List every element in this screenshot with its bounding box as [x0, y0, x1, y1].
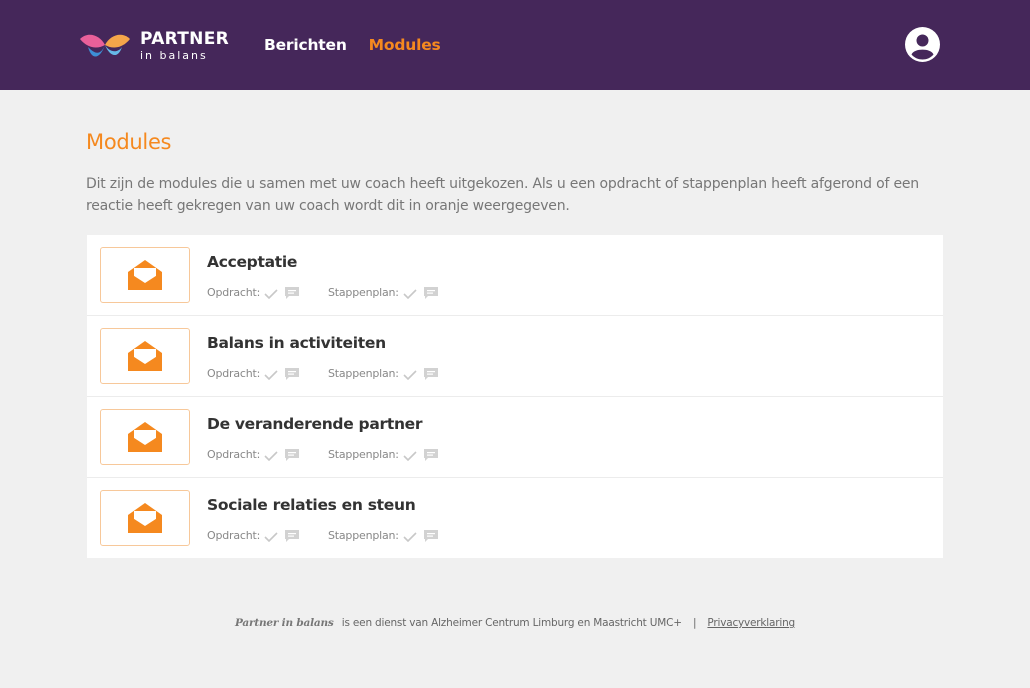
- assignment-label: Opdracht:: [207, 285, 261, 299]
- assignment-label: Opdracht:: [207, 528, 261, 542]
- check-icon: [264, 288, 278, 299]
- assignment-status: Opdracht:: [207, 527, 300, 543]
- envelope-open-icon: [128, 422, 162, 452]
- footer: Partner in balans is een dienst van Alzh…: [0, 617, 1030, 629]
- module-row-sociale-relaties-en-steun[interactable]: Sociale relaties en steun Opdracht: Stap…: [87, 478, 943, 558]
- plan-label: Stappenplan:: [328, 285, 399, 299]
- footer-text: is een dienst van Alzheimer Centrum Limb…: [341, 617, 682, 629]
- brand-title: PARTNER: [140, 29, 230, 49]
- plan-label: Stappenplan:: [328, 447, 399, 461]
- plan-status: Stappenplan:: [328, 527, 439, 543]
- footer-brand: Partner in balans: [234, 617, 334, 629]
- comment-icon: [285, 368, 300, 380]
- comment-icon: [423, 287, 438, 299]
- module-thumbnail: [100, 247, 190, 303]
- top-navigation-bar: PARTNER in balans Berichten Modules: [0, 0, 1030, 90]
- check-icon: [403, 369, 417, 380]
- nav-modules[interactable]: Modules: [369, 36, 441, 54]
- main-nav: Berichten Modules: [264, 36, 441, 54]
- check-icon: [264, 369, 278, 380]
- plan-status: Stappenplan:: [328, 284, 439, 300]
- privacy-link[interactable]: Privacyverklaring: [707, 617, 795, 629]
- nav-berichten[interactable]: Berichten: [264, 36, 347, 54]
- plan-label: Stappenplan:: [328, 366, 399, 380]
- user-circle-icon[interactable]: [905, 27, 940, 62]
- plan-status: Stappenplan:: [328, 365, 439, 381]
- assignment-status: Opdracht:: [207, 365, 300, 381]
- page-title: Modules: [86, 130, 172, 154]
- module-row-de-veranderende-partner[interactable]: De veranderende partner Opdracht: Stappe…: [87, 397, 943, 478]
- envelope-open-icon: [128, 503, 162, 533]
- module-thumbnail: [100, 490, 190, 546]
- plan-status: Stappenplan:: [328, 446, 439, 462]
- comment-icon: [423, 449, 438, 461]
- butterfly-logo-icon: [78, 31, 132, 61]
- brand-subtitle: in balans: [140, 49, 208, 62]
- check-icon: [403, 531, 417, 542]
- comment-icon: [285, 449, 300, 461]
- comment-icon: [285, 530, 300, 542]
- module-row-acceptatie[interactable]: Acceptatie Opdracht: Stappenplan:: [87, 235, 943, 316]
- module-list: Acceptatie Opdracht: Stappenplan: Balans…: [87, 235, 943, 558]
- plan-label: Stappenplan:: [328, 528, 399, 542]
- module-thumbnail: [100, 328, 190, 384]
- module-name: Acceptatie: [207, 253, 298, 271]
- assignment-label: Opdracht:: [207, 366, 261, 380]
- module-row-balans-in-activiteiten[interactable]: Balans in activiteiten Opdracht: Stappen…: [87, 316, 943, 397]
- partner-in-balans-logo[interactable]: PARTNER in balans: [78, 30, 238, 62]
- intro-text: Dit zijn de modules die u samen met uw c…: [86, 176, 919, 214]
- envelope-open-icon: [128, 341, 162, 371]
- envelope-open-icon: [128, 260, 162, 290]
- footer-separator: |: [692, 617, 697, 629]
- comment-icon: [285, 287, 300, 299]
- assignment-label: Opdracht:: [207, 447, 261, 461]
- assignment-status: Opdracht:: [207, 446, 300, 462]
- assignment-status: Opdracht:: [207, 284, 300, 300]
- check-icon: [264, 531, 278, 542]
- check-icon: [264, 450, 278, 461]
- module-name: De veranderende partner: [207, 415, 423, 433]
- check-icon: [403, 450, 417, 461]
- module-name: Balans in activiteiten: [207, 334, 386, 352]
- comment-icon: [423, 368, 438, 380]
- module-thumbnail: [100, 409, 190, 465]
- check-icon: [403, 288, 417, 299]
- module-name: Sociale relaties en steun: [207, 496, 416, 514]
- comment-icon: [423, 530, 438, 542]
